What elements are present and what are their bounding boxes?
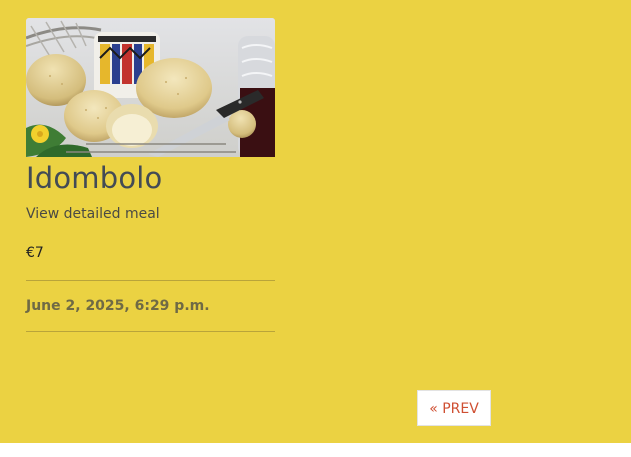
prev-page-button[interactable]: « PREV	[417, 390, 491, 426]
page-background: Idombolo View detailed meal €7 June 2, 2…	[0, 0, 631, 443]
meal-title: Idombolo	[26, 161, 163, 195]
meal-photo[interactable]	[26, 18, 275, 157]
divider	[26, 331, 275, 332]
meal-card: Idombolo View detailed meal €7 June 2, 2…	[26, 18, 275, 332]
meal-price: €7	[26, 245, 44, 261]
meal-date: June 2, 2025, 6:29 p.m.	[26, 298, 210, 314]
view-detailed-meal-link[interactable]: View detailed meal	[26, 206, 275, 223]
